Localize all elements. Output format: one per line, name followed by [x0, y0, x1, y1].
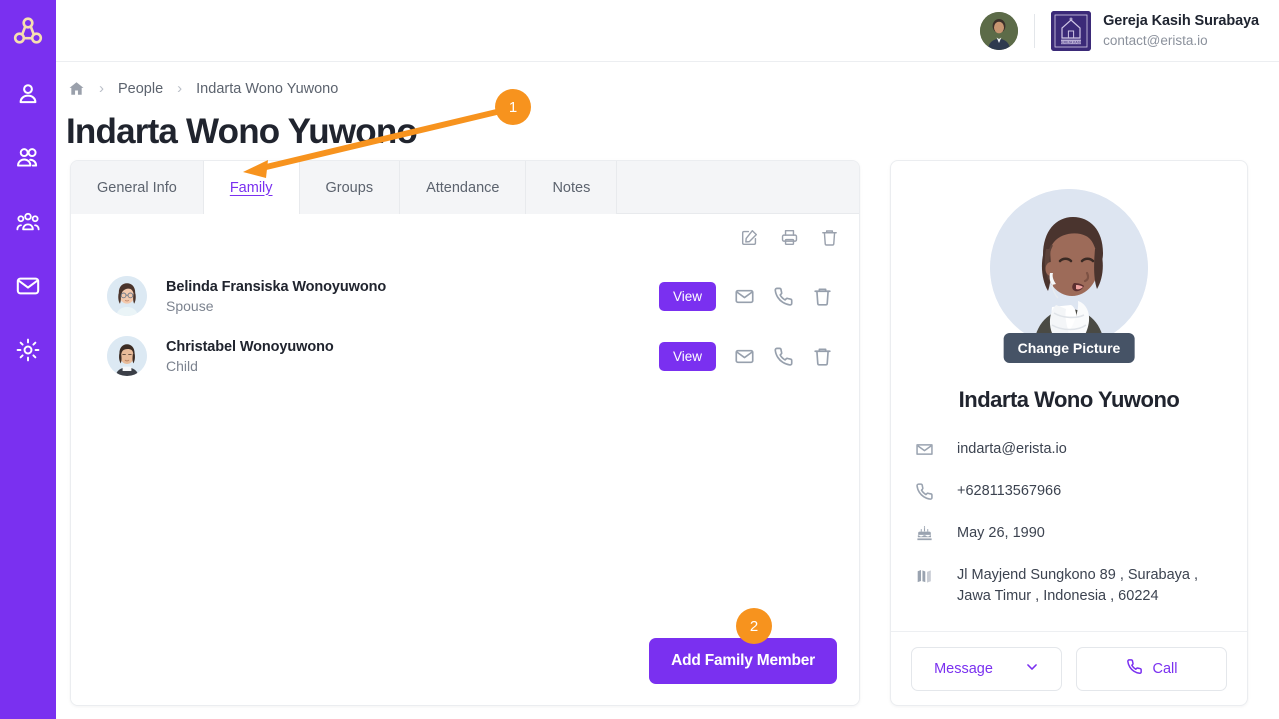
gear-icon: [15, 337, 41, 363]
phone-icon[interactable]: [773, 346, 794, 367]
member-info: Christabel Wonoyuwono Child: [166, 339, 659, 374]
print-icon[interactable]: [780, 228, 799, 247]
member-actions: View: [658, 341, 833, 371]
detail-birthday: May 26, 1990: [913, 523, 1225, 544]
profile-picture-wrap: Change Picture: [990, 189, 1148, 363]
church-building-icon: GEREJA KASIH: [1051, 10, 1092, 51]
detail-address: Jl Mayjend Sungkono 89 , Surabaya , Jawa…: [913, 565, 1225, 607]
envelope-icon: [913, 439, 935, 459]
add-family-member-button[interactable]: Add Family Member: [649, 638, 837, 684]
member-name: Christabel Wonoyuwono: [166, 338, 334, 355]
group-icon: [15, 209, 41, 235]
envelope-icon[interactable]: [734, 286, 755, 307]
breadcrumb: › People › Indarta Wono Yuwono: [68, 80, 338, 97]
detail-value: +628113567966: [957, 483, 1062, 500]
member-actions: View: [658, 281, 833, 311]
member-name: Belinda Fransiska Wonoyuwono: [166, 278, 387, 295]
profile-details: indarta@erista.io +628113567966 May 26, …: [891, 439, 1247, 607]
profile-name: Indarta Wono Yuwono: [958, 387, 1180, 412]
change-picture-button[interactable]: Change Picture: [1003, 333, 1135, 363]
org-email: contact@erista.io: [1103, 32, 1208, 48]
tab-bar-filler: [617, 161, 859, 213]
view-button[interactable]: View: [658, 281, 716, 311]
sidebar-nav: [0, 72, 56, 372]
envelope-icon: [15, 273, 41, 299]
call-label: Call: [1152, 660, 1178, 677]
topbar: GEREJA KASIH Gereja Kasih Surabaya conta…: [56, 0, 1279, 62]
member-relation: Child: [166, 357, 198, 374]
tab-bar: General Info Family Groups Attendance No…: [71, 161, 859, 214]
trash-icon[interactable]: [812, 346, 833, 367]
user-avatar[interactable]: [980, 11, 1019, 50]
topbar-divider: [1034, 13, 1036, 48]
table-row: Belinda Fransiska Wonoyuwono Spouse View: [71, 266, 859, 326]
profile-footer: Message Call: [891, 631, 1247, 705]
sidebar-item-person[interactable]: [6, 72, 50, 116]
phone-icon[interactable]: [773, 286, 794, 307]
tab-label: Groups: [325, 179, 374, 196]
tab-groups[interactable]: Groups: [299, 161, 401, 214]
svg-text:GEREJA KASIH: GEREJA KASIH: [1059, 40, 1084, 44]
phone-icon: [1126, 658, 1143, 679]
chevron-down-icon: [1025, 660, 1039, 678]
trash-icon[interactable]: [812, 286, 833, 307]
app-root: GEREJA KASIH Gereja Kasih Surabaya conta…: [0, 0, 1279, 719]
breadcrumb-separator-2: ›: [177, 80, 183, 97]
detail-value: May 26, 1990: [957, 525, 1045, 542]
tab-general-info[interactable]: General Info: [71, 161, 204, 214]
edit-icon[interactable]: [740, 228, 759, 247]
sidebar-item-messages[interactable]: [6, 264, 50, 308]
tab-attendance[interactable]: Attendance: [400, 161, 527, 214]
breadcrumb-separator-1: ›: [99, 80, 104, 97]
member-relation: Spouse: [166, 297, 214, 314]
sidebar-item-people[interactable]: [6, 136, 50, 180]
table-row: Christabel Wonoyuwono Child View: [71, 326, 859, 386]
profile-picture: [990, 189, 1148, 347]
message-button[interactable]: Message: [911, 646, 1062, 691]
envelope-icon[interactable]: [734, 346, 755, 367]
tab-family[interactable]: Family: [203, 161, 300, 214]
avatar: [107, 336, 147, 376]
call-button[interactable]: Call: [1076, 646, 1227, 691]
detail-email: indarta@erista.io: [913, 439, 1225, 460]
sidebar-item-settings[interactable]: [6, 328, 50, 372]
tab-label: Family: [229, 179, 273, 196]
view-button[interactable]: View: [658, 341, 716, 371]
annotation-marker-2: 2: [736, 608, 772, 644]
card-action-row: [740, 228, 839, 247]
annotation-marker-1: 1: [495, 89, 531, 125]
family-member-list: Belinda Fransiska Wonoyuwono Spouse View: [71, 266, 859, 386]
detail-phone: +628113567966: [913, 481, 1225, 502]
tab-label: Notes: [552, 179, 591, 196]
sidebar: [0, 0, 56, 719]
message-label: Message: [934, 660, 993, 677]
cake-icon: [913, 523, 935, 543]
sidebar-item-groups[interactable]: [6, 200, 50, 244]
app-logo-icon[interactable]: [10, 14, 46, 50]
person-icon: [15, 81, 41, 107]
building-icon: [913, 565, 935, 585]
tab-label: General Info: [97, 179, 177, 196]
org-name: Gereja Kasih Surabaya: [1103, 12, 1259, 29]
breadcrumb-item-current: Indarta Wono Yuwono: [196, 80, 339, 97]
detail-value: Jl Mayjend Sungkono 89 , Surabaya , Jawa…: [957, 567, 1199, 605]
page-title: Indarta Wono Yuwono: [66, 112, 418, 151]
trash-icon[interactable]: [820, 228, 839, 247]
home-icon[interactable]: [68, 80, 85, 97]
breadcrumb-item-people[interactable]: People: [118, 81, 163, 97]
tab-label: Attendance: [426, 179, 500, 196]
profile-card: Change Picture Indarta Wono Yuwono indar…: [890, 160, 1248, 706]
people-pair-icon: [15, 145, 41, 171]
detail-value: indarta@erista.io: [957, 441, 1067, 457]
member-info: Belinda Fransiska Wonoyuwono Spouse: [166, 279, 659, 314]
org-info: Gereja Kasih Surabaya contact@erista.io: [1103, 12, 1259, 49]
avatar: [107, 276, 147, 316]
phone-icon: [913, 481, 935, 501]
tab-notes[interactable]: Notes: [526, 161, 618, 214]
